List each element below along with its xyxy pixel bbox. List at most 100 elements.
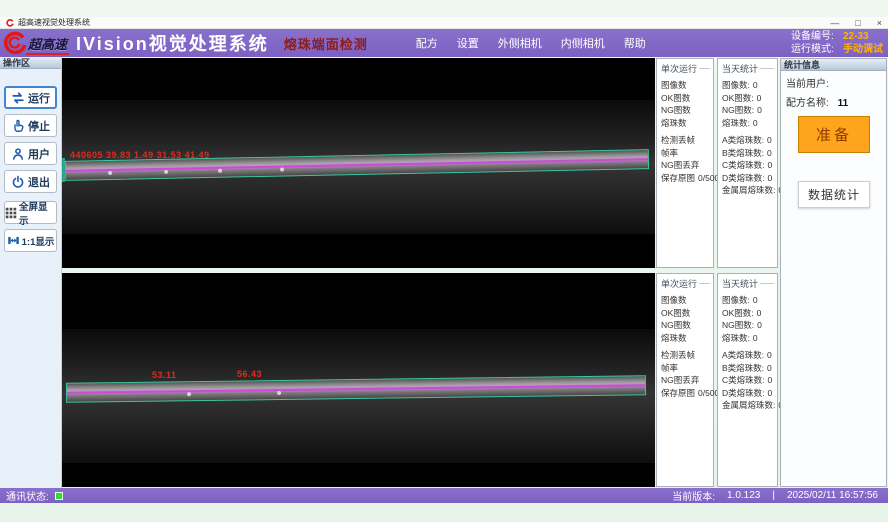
- stat-row: 熔珠数: [661, 117, 713, 130]
- stat-row: A类熔珠数:0: [722, 134, 777, 147]
- today-stats-header: 当天统计: [722, 62, 777, 75]
- single-run-column: 单次运行 图像数 OK图数 NG图数 熔珠数 检测丢帧 帧率 NG图丢弃 保存原…: [656, 273, 714, 487]
- maximize-button[interactable]: □: [855, 18, 860, 28]
- stats-panel-inner: 单次运行 图像数 OK图数 NG图数 熔珠数 检测丢帧 帧率 NG图丢弃 保存原…: [656, 273, 778, 487]
- fullscreen-grid-icon: [5, 207, 17, 219]
- hand-stop-icon: [11, 119, 25, 133]
- user-button[interactable]: 用户: [4, 142, 57, 165]
- stat-row: 图像数: [661, 294, 713, 307]
- stat-row: D类熔珠数:0: [722, 387, 777, 400]
- single-run-column: 单次运行 图像数 OK图数 NG图数 熔珠数 检测丢帧 帧率 NG图丢弃 保存原…: [656, 58, 714, 268]
- stat-row: 保存原图0/500: [661, 387, 713, 400]
- run-button[interactable]: 运行: [4, 86, 57, 109]
- statusbar-separator: |: [772, 490, 775, 501]
- laser-line: [67, 384, 645, 394]
- current-user-label: 当前用户:: [786, 79, 829, 90]
- stat-row: NG图数: [661, 104, 713, 117]
- single-run-header: 单次运行: [661, 62, 713, 75]
- comm-status-led: [55, 492, 63, 500]
- bead-mark: [108, 171, 112, 175]
- app-title: IVision视觉处理系统: [76, 30, 269, 56]
- stat-row: 金属屑熔珠数:0: [722, 399, 777, 412]
- stat-row: 保存原图0/500: [661, 172, 713, 185]
- stat-row: 图像数: [661, 79, 713, 92]
- menu-item-help[interactable]: 帮助: [624, 35, 646, 51]
- one-to-one-icon: [7, 234, 20, 247]
- stat-row: 金属屑熔珠数:0: [722, 184, 777, 197]
- stat-row: 帧率: [661, 362, 713, 375]
- stat-row: OK图数: [661, 307, 713, 320]
- run-mode-label: 运行模式:: [791, 43, 843, 56]
- bead-mark: [277, 391, 281, 395]
- measurement-annotation: 440605 39.83 1.49 31.53 41.49: [70, 150, 210, 160]
- camera-view-outer: 440605 39.83 1.49 31.53 41.49: [62, 58, 655, 268]
- device-id-label: 设备编号:: [791, 30, 843, 43]
- stat-row: B类熔珠数:0: [722, 362, 777, 375]
- stat-row: NG图数: [661, 319, 713, 332]
- stat-row: 帧率: [661, 147, 713, 160]
- info-panel-header: 统计信息: [781, 59, 886, 71]
- menu-item-outer-camera[interactable]: 外侧相机: [498, 35, 542, 51]
- app-window: 超高速视觉处理系统 — □ × 超高速 IVision视觉处理系统 熔珠端面检测…: [0, 0, 888, 522]
- stat-row: 检测丢帧: [661, 134, 713, 147]
- run-mode-value: 手动调试: [843, 43, 883, 56]
- main-menu: 配方 设置 外侧相机 内侧相机 帮助: [416, 35, 646, 51]
- exit-button[interactable]: 退出: [4, 170, 57, 193]
- bead-mark: [218, 169, 222, 173]
- user-icon: [11, 147, 25, 161]
- app-icon: [6, 19, 14, 27]
- statistics-info-panel: 统计信息 当前用户: 配方名称: 11 准备 数据统计: [780, 58, 887, 487]
- menu-item-recipe[interactable]: 配方: [416, 35, 438, 51]
- camera-view-inner: 53.11 56.43: [62, 273, 655, 487]
- close-button[interactable]: ×: [877, 18, 882, 28]
- bead-mark: [164, 170, 168, 174]
- stat-row: D类熔珠数:0: [722, 172, 777, 185]
- single-run-header: 单次运行: [661, 277, 713, 290]
- recipe-name-value: 11: [838, 98, 849, 109]
- bead-mark: [280, 167, 284, 171]
- bead-mark: [187, 392, 191, 396]
- os-window-title: 超高速视觉处理系统: [18, 17, 90, 28]
- stat-row: 熔珠数:0: [722, 117, 777, 130]
- power-icon: [11, 175, 25, 189]
- laser-line: [66, 158, 648, 172]
- minimize-button[interactable]: —: [830, 18, 839, 28]
- comm-status-label: 通讯状态:: [6, 488, 49, 503]
- app-subtitle: 熔珠端面检测: [284, 34, 368, 53]
- today-stats-header: 当天统计: [722, 277, 777, 290]
- today-stats-column: 当天统计 图像数:0 OK图数:0 NG图数:0 熔珠数:0 A类熔珠数:0 B…: [717, 58, 778, 268]
- stat-row: B类熔珠数:0: [722, 147, 777, 160]
- run-icon: [11, 91, 25, 105]
- stat-row: 检测丢帧: [661, 349, 713, 362]
- stat-row: OK图数: [661, 92, 713, 105]
- device-id-value: 22-33: [843, 30, 869, 43]
- stat-row: OK图数:0: [722, 307, 777, 320]
- brand-logo-text: 超高速: [28, 34, 67, 53]
- stat-row: 熔珠数:0: [722, 332, 777, 345]
- stat-row: C类熔珠数:0: [722, 374, 777, 387]
- operation-sidebar: 操作区 运行 停止 用户: [0, 57, 62, 488]
- os-titlebar: 超高速视觉处理系统 — □ ×: [0, 17, 888, 29]
- stat-row: NG图数:0: [722, 104, 777, 117]
- stat-row: NG图数:0: [722, 319, 777, 332]
- stat-row: 图像数:0: [722, 79, 777, 92]
- measurement-annotation: 53.11: [152, 370, 177, 380]
- today-stats-column: 当天统计 图像数:0 OK图数:0 NG图数:0 熔珠数:0 A类熔珠数:0 B…: [717, 273, 778, 487]
- stat-row: 熔珠数: [661, 332, 713, 345]
- fullscreen-button[interactable]: 全屏显示: [4, 201, 57, 224]
- version-label: 当前版本:: [672, 488, 715, 503]
- data-statistics-button[interactable]: 数据统计: [798, 181, 870, 208]
- stat-row: NG图丢弃: [661, 374, 713, 387]
- device-info: 设备编号: 22-33 运行模式: 手动调试: [791, 30, 883, 56]
- app-header: 超高速 IVision视觉处理系统 熔珠端面检测 配方 设置 外侧相机 内侧相机…: [0, 29, 888, 57]
- datetime-value: 2025/02/11 16:57:56: [787, 490, 878, 501]
- status-bar: 通讯状态: 当前版本: 1.0.123 | 2025/02/11 16:57:5…: [0, 488, 888, 503]
- stop-button[interactable]: 停止: [4, 114, 57, 137]
- stats-panel-outer: 单次运行 图像数 OK图数 NG图数 熔珠数 检测丢帧 帧率 NG图丢弃 保存原…: [656, 58, 778, 268]
- one-to-one-button[interactable]: 1:1显示: [4, 229, 57, 252]
- menu-item-inner-camera[interactable]: 内侧相机: [561, 35, 605, 51]
- menu-item-settings[interactable]: 设置: [457, 35, 479, 51]
- brand-logo-icon: [3, 31, 27, 55]
- prepare-button[interactable]: 准备: [798, 116, 870, 153]
- stat-row: NG图丢弃: [661, 159, 713, 172]
